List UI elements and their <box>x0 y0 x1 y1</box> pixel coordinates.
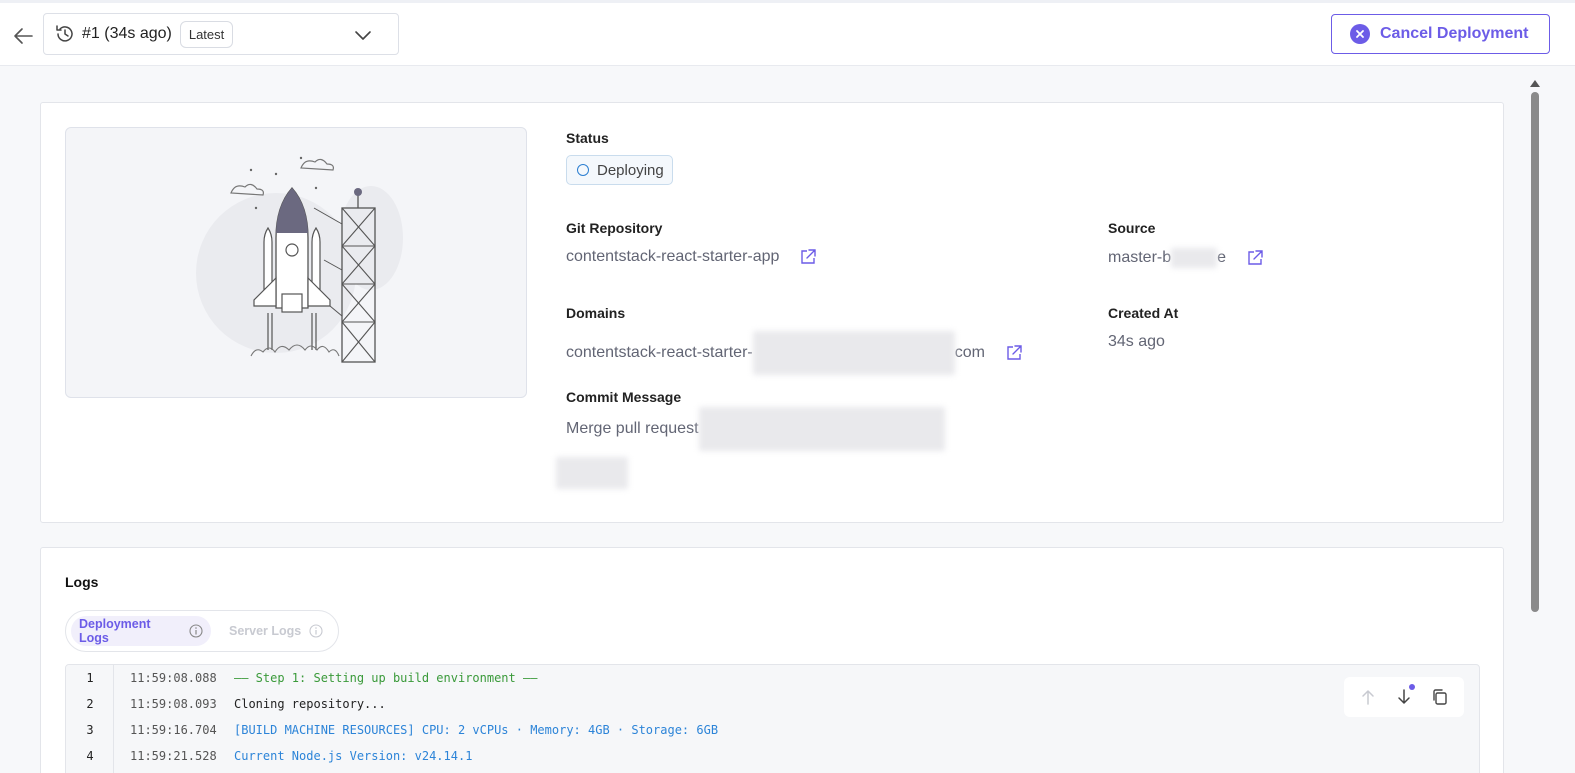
info-icon[interactable] <box>309 624 323 638</box>
copy-icon <box>1433 689 1447 705</box>
arrow-left-icon <box>14 28 33 44</box>
redacted-text <box>1171 248 1218 268</box>
source-label: Source <box>1108 220 1156 236</box>
line-number: 4 <box>86 749 94 763</box>
redacted-text <box>698 407 945 451</box>
commit-message-value: Merge pull request <box>566 420 699 437</box>
rocket-launch-icon <box>196 156 403 363</box>
arrow-up-icon <box>1362 690 1374 705</box>
domains-value-suffix: com <box>954 344 985 361</box>
git-repository-field: contentstack-react-starter-app <box>566 248 817 266</box>
logs-title: Logs <box>65 574 99 590</box>
line-number: 1 <box>86 671 94 685</box>
logs-tabs: Deployment Logs Server Logs <box>65 610 339 652</box>
arrow-down-icon <box>1398 689 1410 704</box>
info-icon[interactable] <box>189 624 203 638</box>
log-timestamp: 11:59:21.528 <box>130 749 217 763</box>
redacted-text <box>752 331 955 375</box>
history-icon <box>54 23 76 45</box>
page-scrollbar[interactable] <box>1528 80 1542 773</box>
scrollbar-thumb[interactable] <box>1531 92 1539 612</box>
redacted-text <box>556 457 628 489</box>
deployment-header: #1 (34s ago) Latest Cancel Deployment <box>0 3 1575 66</box>
logs-card: Logs Deployment Logs Server Logs 1 11:59… <box>40 547 1504 773</box>
log-line: 3 11:59:16.704 [BUILD MACHINE RESOURCES]… <box>66 717 718 743</box>
copy-logs-button[interactable] <box>1427 684 1453 710</box>
commit-message-label: Commit Message <box>566 389 682 405</box>
status-value: Deploying <box>597 161 664 179</box>
cancel-deployment-label: Cancel Deployment <box>1380 25 1529 42</box>
log-timestamp: 11:59:08.093 <box>130 697 217 711</box>
deployment-version-select[interactable]: #1 (34s ago) Latest <box>43 13 399 55</box>
domains-field: contentstack-react-starter- com <box>566 331 1023 375</box>
deployment-overview-card: Status Deploying Git Repository contents… <box>40 102 1504 523</box>
log-message: Cloning repository... <box>234 697 386 711</box>
rocket-launch-illustration <box>65 127 527 398</box>
latest-badge: Latest <box>179 20 234 48</box>
tab-deployment-logs[interactable]: Deployment Logs <box>71 616 211 646</box>
back-button[interactable] <box>10 23 36 49</box>
log-line: 4 11:59:21.528 Current Node.js Version: … <box>66 743 472 769</box>
created-at-value: 34s ago <box>1108 333 1165 350</box>
scroll-to-top-button[interactable] <box>1355 684 1381 710</box>
source-value-prefix: master-b <box>1108 249 1172 266</box>
log-toolbar <box>1344 677 1464 717</box>
source-field: master-b e <box>1108 248 1264 268</box>
new-logs-indicator <box>1409 684 1415 690</box>
external-link-icon[interactable] <box>799 248 817 266</box>
source-value-suffix: e <box>1217 249 1227 266</box>
chevron-down-icon <box>354 26 372 49</box>
status-ring-icon <box>577 164 589 176</box>
line-number: 3 <box>86 723 94 737</box>
cancel-deployment-button[interactable]: Cancel Deployment <box>1331 14 1550 54</box>
domains-value-prefix: contentstack-react-starter- <box>566 344 753 361</box>
external-link-icon[interactable] <box>1246 249 1264 267</box>
log-message: [BUILD MACHINE RESOURCES] CPU: 2 vCPUs ·… <box>234 723 719 737</box>
log-timestamp: 11:59:08.088 <box>130 671 217 685</box>
log-timestamp: 11:59:16.704 <box>130 723 217 737</box>
tab-server-logs[interactable]: Server Logs <box>221 616 331 646</box>
scroll-to-bottom-button[interactable] <box>1391 684 1417 710</box>
log-viewer[interactable]: 1 11:59:08.088 —— Step 1: Setting up bui… <box>65 664 1480 773</box>
log-message: —— Step 1: Setting up build environment … <box>234 671 538 685</box>
tab-label: Server Logs <box>229 624 302 638</box>
created-at-label: Created At <box>1108 305 1179 321</box>
status-label: Status <box>566 130 609 146</box>
scroll-up-arrow-icon[interactable] <box>1530 80 1540 87</box>
tab-label: Deployment Logs <box>79 617 151 645</box>
commit-message-field: Merge pull request <box>566 407 945 451</box>
domains-label: Domains <box>566 305 626 321</box>
log-line: 2 11:59:08.093 Cloning repository... <box>66 691 386 717</box>
line-number: 2 <box>86 697 94 711</box>
external-link-icon[interactable] <box>1005 344 1023 362</box>
git-repository-value: contentstack-react-starter-app <box>566 248 780 265</box>
log-line: 1 11:59:08.088 —— Step 1: Setting up bui… <box>66 665 537 691</box>
version-label: #1 (34s ago) <box>82 25 172 42</box>
git-repository-label: Git Repository <box>566 220 663 236</box>
status-badge: Deploying <box>566 155 673 185</box>
log-message: Current Node.js Version: v24.14.1 <box>234 749 473 763</box>
close-circle-icon <box>1350 24 1370 44</box>
